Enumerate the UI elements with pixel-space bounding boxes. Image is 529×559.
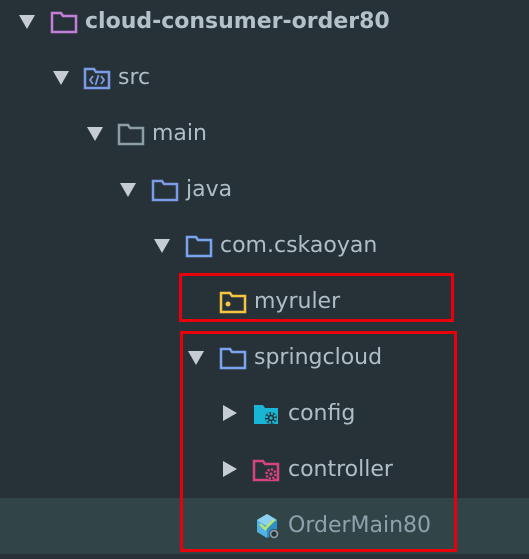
expand-arrow-icon[interactable] <box>87 127 103 141</box>
tree-item-label: cloud-consumer-order80 <box>85 9 390 34</box>
source-root-folder-icon <box>151 176 179 204</box>
tree-item-src[interactable]: src <box>0 50 529 106</box>
expand-arrow-icon[interactable] <box>53 71 69 85</box>
tree-item-label: java <box>186 177 233 202</box>
tree-item-label: com.cskaoyan <box>220 233 378 258</box>
project-tree: cloud-consumer-order80 src main java com… <box>0 0 529 559</box>
tree-item-cloud-consumer-order80[interactable]: cloud-consumer-order80 <box>0 0 529 50</box>
tree-item-label: main <box>152 121 207 146</box>
expand-arrow-icon[interactable] <box>19 15 35 29</box>
package-folder-icon <box>185 232 213 260</box>
highlight-box-springcloud <box>180 331 457 552</box>
module-folder-icon <box>50 8 78 36</box>
highlight-box-myruler <box>179 273 454 322</box>
tree-item-com-cskaoyan[interactable]: com.cskaoyan <box>0 218 529 274</box>
expand-arrow-icon[interactable] <box>120 183 136 197</box>
tree-item-label: src <box>118 65 151 90</box>
tree-item-java[interactable]: java <box>0 162 529 218</box>
tree-item-main[interactable]: main <box>0 106 529 162</box>
folder-icon <box>117 120 145 148</box>
expand-arrow-icon[interactable] <box>154 239 170 253</box>
source-folder-icon <box>83 64 111 92</box>
